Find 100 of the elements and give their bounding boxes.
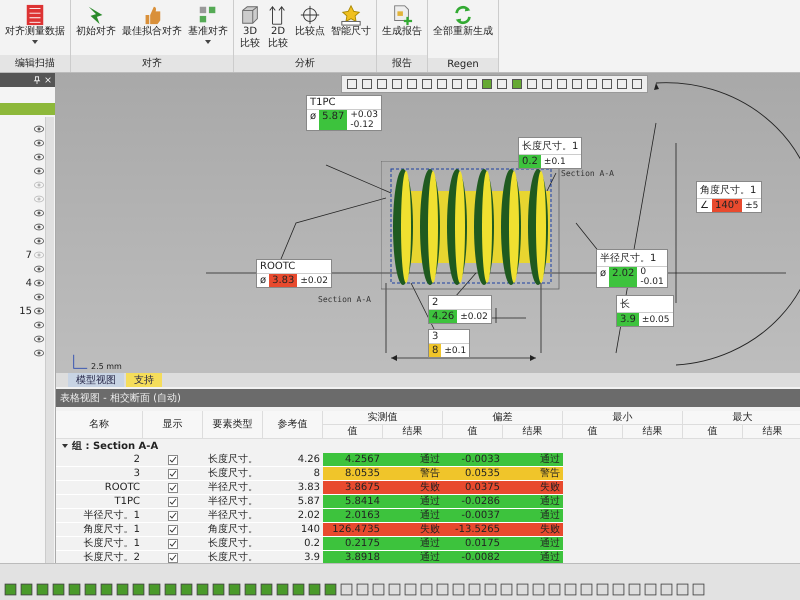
table-cell: 通过: [503, 495, 563, 509]
column-header[interactable]: 结果: [743, 425, 800, 439]
column-header[interactable]: 值: [683, 425, 743, 439]
column-header[interactable]: 结果: [503, 425, 563, 439]
table-cell: 0.2175: [323, 537, 383, 551]
table-cell: 3.8675: [323, 481, 383, 495]
ribbon-button[interactable]: 3D 比较: [236, 3, 264, 51]
table-cell: 角度尺寸。1: [56, 523, 143, 537]
group-label: 报告: [377, 55, 427, 72]
ribbon-button[interactable]: 生成报告: [379, 3, 425, 39]
annotation-value: 0.2: [519, 155, 541, 168]
table-cell: 5.8414: [323, 495, 383, 509]
item-count: 4: [26, 278, 32, 288]
column-header[interactable]: 结果: [623, 425, 683, 439]
scale-label: 2.5 mm: [91, 362, 122, 371]
table-cell: 半径尺寸。1: [56, 509, 143, 523]
column-header[interactable]: 值: [443, 425, 503, 439]
ribbon-button[interactable]: 对齐测量数据: [2, 3, 68, 45]
column-header[interactable]: 要素类型: [203, 411, 263, 439]
table-cell: 126.4735: [323, 523, 383, 537]
annotation-value: 3.9: [617, 313, 639, 326]
section-label: Section A-A: [561, 169, 614, 178]
table-cell: -0.0033: [443, 453, 503, 467]
panel-title: 表格视图 - 相交断面 (自动): [60, 393, 181, 404]
table-cell: 通过: [503, 509, 563, 523]
table-cell: 长度尺寸。1: [56, 537, 143, 551]
table-cell: 长度尺寸。: [203, 467, 263, 481]
annotation-value: 5.87: [319, 110, 348, 130]
column-group-header: 最小: [563, 411, 683, 425]
tolerance-label: -0.01: [640, 277, 664, 287]
column-header[interactable]: 值: [323, 425, 383, 439]
symbol-label: ø: [309, 110, 318, 124]
ribbon-button[interactable]: 比较点: [292, 3, 328, 39]
table-cell: 2.0163: [323, 509, 383, 523]
tolerance-label: ±0.02: [460, 312, 488, 322]
table-cell: 半径尺寸。: [203, 509, 263, 523]
table-cell: 通过: [383, 495, 443, 509]
ribbon-button[interactable]: 智能尺寸: [328, 3, 374, 39]
table-cell: 8.0535: [323, 467, 383, 481]
symbol-label: ∠: [699, 199, 710, 212]
table-cell: 通过: [503, 453, 563, 467]
tolerance-label: ±0.02: [300, 276, 328, 286]
panel-tab[interactable]: 支持: [126, 373, 162, 387]
column-group-header: 最大: [683, 411, 800, 425]
ribbon-button[interactable]: 2D 比较: [264, 3, 292, 51]
tolerance-label: ±0.1: [444, 346, 466, 356]
section-label: Section A-A: [318, 295, 371, 304]
column-group-header: 偏差: [443, 411, 563, 425]
table-cell: 警告: [503, 467, 563, 481]
table-cell: 长度尺寸。: [203, 537, 263, 551]
symbol-label: ø: [599, 267, 608, 281]
column-header[interactable]: 参考值: [263, 411, 323, 439]
table-cell: ROOTC: [56, 481, 143, 495]
item-count: 7: [26, 250, 32, 260]
table-cell: 2: [56, 453, 143, 467]
column-header[interactable]: 结果: [383, 425, 443, 439]
table-cell: 通过: [383, 537, 443, 551]
3d-viewport[interactable]: T1PC ø 5.87 +0.03 -0.12 长度尺寸。1 0.2 ±0.1 Section A-A 角度尺寸。1 ∠ 140° ±5 半径尺寸。1 ø 2.02 0 -0.01 ROOTC ø 3.83 ±0.02 Section A-A 2 4.26 ±0.02 长 3.9 ±0.05 3 8 ±0.1 2.5 mm: [56, 73, 800, 373]
tolerance-label: -0.12: [350, 120, 375, 130]
group-label: 分析: [234, 55, 376, 72]
table-cell: -0.0037: [443, 509, 503, 523]
table-cell: 警告: [383, 467, 443, 481]
table-cell: T1PC: [56, 495, 143, 509]
ribbon-button[interactable]: 基准对齐: [185, 3, 231, 45]
table-cell: 4.2567: [323, 453, 383, 467]
column-group-header: 实测值: [323, 411, 443, 425]
tolerance-label: ±5: [745, 200, 758, 210]
group-label: Regen: [428, 58, 498, 72]
table-cell: 失败: [383, 523, 443, 537]
table-cell: 半径尺寸。: [203, 481, 263, 495]
column-header[interactable]: 值: [563, 425, 623, 439]
ribbon-button[interactable]: 全部重新生成: [430, 3, 496, 39]
group-row-label: 组 : Section A-A: [72, 440, 158, 453]
group-label: 对齐: [71, 55, 233, 72]
table-cell: 角度尺寸。: [203, 523, 263, 537]
table-cell: 通过: [383, 453, 443, 467]
table-cell: 失败: [383, 481, 443, 495]
tolerance-label: ±0.05: [642, 314, 670, 324]
table-cell: -0.0286: [443, 495, 503, 509]
table-cell: 0.0375: [443, 481, 503, 495]
column-header[interactable]: 显示: [143, 411, 203, 439]
ribbon-button[interactable]: 最佳拟合对齐: [119, 3, 185, 39]
tolerance-label: ±0.1: [544, 156, 566, 166]
tolerance-label: 0: [640, 267, 648, 277]
table-cell: 0.0535: [443, 467, 503, 481]
table-cell: 长度尺寸。: [203, 453, 263, 467]
tolerance-label: +0.03: [350, 110, 378, 120]
table-cell: 通过: [503, 537, 563, 551]
table-cell: 3: [56, 467, 143, 481]
table-cell: 0.0175: [443, 537, 503, 551]
item-count: 15: [19, 306, 32, 316]
annotation-value: 140°: [712, 199, 742, 212]
group-label: 编辑扫描: [0, 55, 70, 72]
table-cell: -13.5265: [443, 523, 503, 537]
ribbon-button[interactable]: 初始对齐: [73, 3, 119, 39]
panel-tab[interactable]: 模型视图: [68, 373, 124, 387]
table-cell: 半径尺寸。: [203, 495, 263, 509]
table-cell: 失败: [503, 523, 563, 537]
annotation-value: 2.02: [609, 267, 638, 287]
column-header[interactable]: 名称: [56, 411, 143, 439]
